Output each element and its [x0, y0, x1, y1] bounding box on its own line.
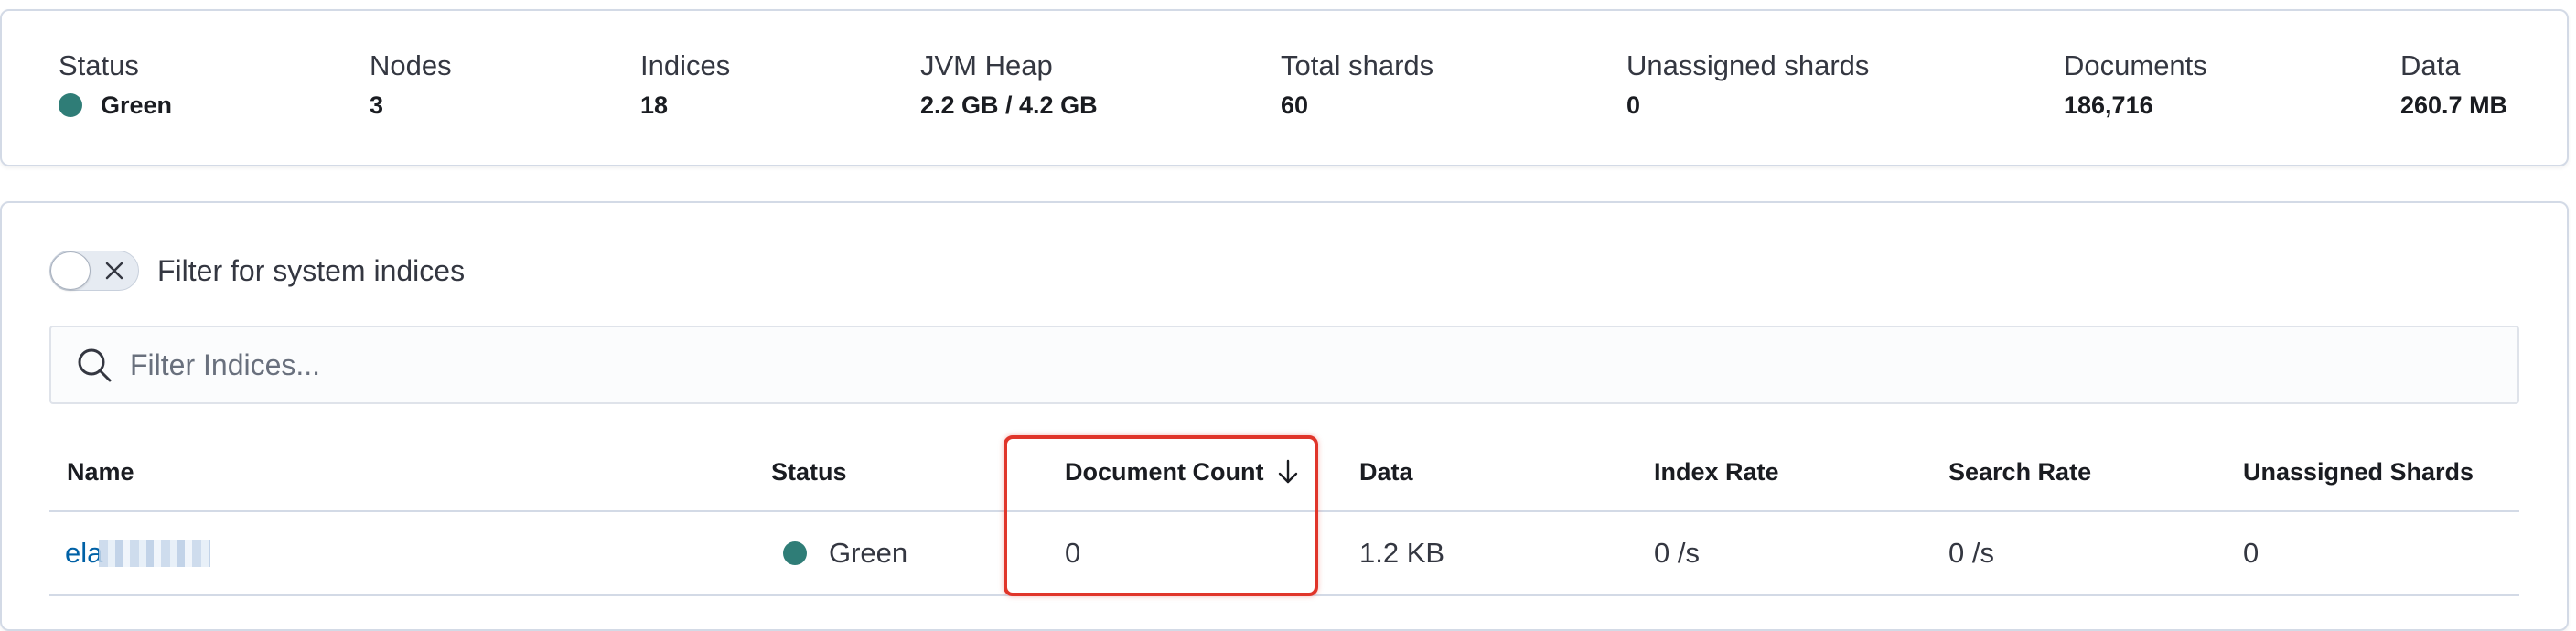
table-row-data: 1.2 KB	[1359, 537, 1445, 569]
index-name-link[interactable]: ela	[65, 537, 102, 570]
stat-status: Status Green	[59, 48, 172, 121]
status-dot-icon	[59, 93, 82, 117]
stat-data-value: 260.7 MB	[2400, 91, 2508, 119]
column-header-data[interactable]: Data	[1359, 433, 1413, 510]
column-header-unassigned-shards[interactable]: Unassigned Shards	[2243, 433, 2474, 510]
toggle-knob	[50, 251, 91, 290]
stat-status-value: Green	[59, 90, 172, 121]
stat-documents-label: Documents	[2064, 49, 2207, 81]
column-header-index-rate[interactable]: Index Rate	[1654, 433, 1779, 510]
close-icon	[105, 262, 123, 280]
stat-data: Data 260.7 MB	[2400, 48, 2507, 121]
row-status-text: Green	[829, 537, 908, 569]
stat-indices-value: 18	[640, 91, 669, 119]
cluster-summary-panel: Status Green Nodes 3 Indices 18 JVM Heap…	[0, 9, 2569, 166]
table-row-status: Green	[783, 512, 907, 594]
document-count-highlight-box	[1004, 435, 1318, 596]
stat-total-shards-value: 60	[1281, 91, 1309, 119]
stat-nodes-value: 3	[370, 91, 384, 119]
column-header-search-rate[interactable]: Search Rate	[1948, 433, 2091, 510]
table-row-unassigned-shards: 0	[2243, 537, 2259, 569]
table-row-name[interactable]: ela	[65, 512, 211, 594]
stat-jvm-heap-label: JVM Heap	[920, 49, 1053, 81]
stat-data-label: Data	[2400, 49, 2461, 81]
filter-indices-search[interactable]	[49, 326, 2519, 404]
stat-jvm-heap-value: 2.2 GB / 4.2 GB	[920, 91, 1098, 119]
status-dot-icon	[783, 541, 807, 565]
stat-nodes: Nodes 3	[370, 48, 452, 121]
system-indices-toggle-label[interactable]: Filter for system indices	[157, 254, 465, 288]
stat-indices: Indices 18	[640, 48, 730, 121]
stat-documents: Documents 186,716	[2064, 48, 2207, 121]
stat-unassigned-shards-label: Unassigned shards	[1626, 49, 1870, 81]
column-header-name[interactable]: Name	[67, 433, 134, 510]
search-icon	[78, 348, 112, 382]
stat-jvm-heap: JVM Heap 2.2 GB / 4.2 GB	[920, 48, 1098, 121]
stat-documents-value: 186,716	[2064, 91, 2153, 119]
table-row-search-rate: 0 /s	[1948, 537, 1994, 569]
stat-unassigned-shards: Unassigned shards 0	[1626, 48, 1869, 121]
system-indices-filter: Filter for system indices	[49, 251, 465, 291]
stat-total-shards-label: Total shards	[1281, 49, 1434, 81]
stat-status-text: Green	[101, 91, 173, 119]
system-indices-toggle[interactable]	[49, 251, 139, 291]
stat-total-shards: Total shards 60	[1281, 48, 1433, 121]
stat-indices-label: Indices	[640, 49, 731, 81]
redacted-name-blur	[99, 540, 211, 567]
table-row-index-rate: 0 /s	[1654, 537, 1700, 569]
filter-indices-input[interactable]	[130, 348, 2417, 382]
stat-status-label: Status	[59, 49, 139, 81]
stat-nodes-label: Nodes	[370, 49, 452, 81]
stat-unassigned-shards-value: 0	[1626, 91, 1641, 119]
column-header-status[interactable]: Status	[771, 433, 847, 510]
